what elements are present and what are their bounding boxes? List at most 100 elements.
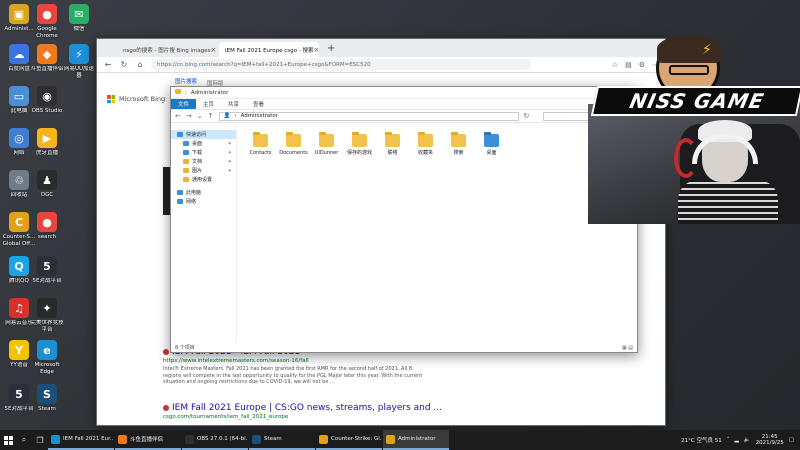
taskbar-app-button[interactable]: Counter-Strike: Gl... (316, 430, 382, 450)
task-view-icon[interactable]: ❐ (32, 436, 48, 445)
desktop-icon[interactable]: 5 5E对战平台 (30, 256, 64, 285)
explorer-title-bar: | Administrator (171, 87, 637, 99)
result-title[interactable]: IEM Fall 2021 Europe | CS:GO news, strea… (172, 403, 442, 413)
taskbar-app-button[interactable]: Administrator (383, 430, 449, 450)
sidebar-item[interactable]: 桌面 ✦ (171, 139, 236, 148)
ribbon-tab-file[interactable]: 文件 (171, 99, 197, 109)
desktop-icon-label: 5E对战平台 (32, 278, 62, 284)
weather-status[interactable]: 21°C 空气良 51 (681, 436, 722, 444)
refresh-icon[interactable]: ↻ (524, 112, 530, 120)
folder-item[interactable]: Contacts (249, 132, 272, 156)
explorer-ribbon: 文件 主页 共享 查看 (171, 99, 637, 109)
close-icon[interactable]: × (210, 46, 216, 54)
bing-logo[interactable]: Microsoft Bing (107, 95, 165, 103)
search-icon[interactable]: ⌕ (16, 435, 32, 445)
path-segment[interactable]: Administrator (241, 113, 279, 119)
chevron-down-icon[interactable]: ⌄ (197, 112, 203, 120)
folder-item[interactable]: 保存的游戏 (347, 132, 373, 156)
folder-icon (177, 190, 183, 195)
pin-icon[interactable]: ✦ (228, 150, 232, 156)
folder-icon (183, 177, 189, 182)
taskbar-app-button[interactable]: IEM Fall 2021 Eur... (48, 430, 114, 450)
home-icon[interactable]: ⌂ (135, 60, 145, 69)
back-icon[interactable]: ← (175, 112, 181, 120)
result-url[interactable]: https://www.intelextrememasters.com/seas… (163, 358, 423, 364)
sidebar-item[interactable]: 下载 ✦ (171, 148, 236, 157)
volume-icon[interactable]: 🔈 (744, 437, 751, 443)
sidebar-item[interactable]: 文档 ✦ (171, 157, 236, 166)
taskbar-app-label: Steam (264, 436, 282, 442)
result-url[interactable]: csgo.com/tournaments/iem_fall_2021_europ… (163, 414, 442, 420)
separator: | (185, 89, 187, 96)
back-icon[interactable]: ← (103, 60, 113, 69)
sidebar-item[interactable]: 通用设置 (171, 175, 236, 184)
ribbon-tab-home[interactable]: 主页 (196, 99, 221, 109)
taskbar-app-button[interactable]: 斗鱼直播伴侣 (115, 430, 181, 450)
desktop-icon[interactable]: ⚡ 网易UU加速器 (62, 44, 96, 79)
network-icon[interactable]: ▂ (735, 437, 739, 443)
folder-icon (177, 132, 183, 137)
desktop-icon[interactable]: S Steam (30, 384, 64, 413)
desktop-icon-label: OGC (40, 192, 54, 198)
sidebar-item-label: 此电脑 (186, 190, 202, 196)
pin-icon[interactable]: ✦ (228, 141, 232, 147)
desktop-icon-label: 此电脑 (10, 108, 28, 114)
taskbar-app-label: Administrator (398, 436, 436, 442)
desktop-icon-label: 百度网盘 (7, 66, 30, 72)
system-tray: 21°C 空气良 51 ˄ ▂ 🔈 21:45 2021/9/25 ▢ (681, 434, 800, 447)
url-input[interactable]: https://cn.bing.com/search?q=IEM+fall+20… (151, 59, 531, 70)
desktop-icon[interactable]: ● search (30, 212, 64, 241)
folder-item[interactable]: UIDunner (315, 132, 338, 156)
desktop-icon-label: 网易UU加速器 (63, 66, 95, 79)
folder-icon (319, 132, 334, 147)
desktop-icon[interactable]: ● Google Chrome (30, 4, 64, 39)
folder-item[interactable]: 桌面 (480, 132, 503, 156)
clock[interactable]: 21:45 2021/9/25 (756, 434, 784, 447)
sidebar-item[interactable]: 网络 (171, 197, 236, 206)
desktop-icon[interactable]: ◆ 斗鱼直播伴侣 (30, 44, 64, 73)
desktop-icon[interactable]: ✉ 微信 (62, 4, 96, 33)
clock-date: 2021/9/25 (755, 440, 784, 446)
result-title-link[interactable]: IEM Fall 2021 Europe | CS:GO news, strea… (163, 403, 442, 413)
desktop-icon[interactable]: ▶ 虎牙直播 (30, 128, 64, 157)
path-input[interactable]: 👤 › Administrator (218, 111, 519, 121)
sidebar-item[interactable]: 图片 ✦ (171, 166, 236, 175)
folder-item[interactable]: 搜索 (447, 132, 470, 156)
ribbon-tab-share[interactable]: 共享 (221, 99, 246, 109)
sidebar-item[interactable]: 快速访问 (171, 130, 236, 139)
chevron-right-icon: › (234, 113, 237, 119)
view-toggle-icon[interactable]: ▦ ▤ (622, 345, 633, 351)
folder-item[interactable]: 联络 (381, 132, 404, 156)
ribbon-tab-view[interactable]: 查看 (246, 99, 271, 109)
desktop-icon[interactable]: ♟ OGC (30, 170, 64, 199)
folder-item[interactable]: Documents (279, 132, 308, 156)
pin-icon[interactable]: ✦ (228, 159, 232, 165)
app-icon: ◉ (37, 86, 57, 106)
folder-label: Documents (279, 150, 308, 156)
desktop-icon[interactable]: ◉ OBS Studio (30, 86, 64, 115)
forward-icon[interactable]: → (186, 112, 192, 120)
taskbar-app-button[interactable]: Steam (249, 430, 315, 450)
pin-icon[interactable]: ✦ (228, 168, 232, 174)
new-tab-button[interactable]: + (321, 43, 341, 57)
taskbar-app-button[interactable]: OBS 27.0.1 (64-bi... (182, 430, 248, 450)
refresh-icon[interactable]: ↻ (119, 60, 129, 69)
up-icon[interactable]: ↑ (208, 112, 214, 120)
browser-tab-bar: nsgo的搜索 - 图片搜 Bing images × IEM Fall 202… (97, 39, 665, 57)
desktop-icon[interactable]: ✦ 完美世界竞技平台 (30, 298, 64, 333)
browser-tab-images[interactable]: nsgo的搜索 - 图片搜 Bing images × (117, 42, 217, 57)
sidebar-item[interactable]: 此电脑 (171, 188, 236, 197)
start-button[interactable] (0, 430, 16, 450)
microsoft-logo-icon (107, 95, 115, 103)
explorer-nav-bar: ← → ⌄ ↑ 👤 › Administrator ↻ (171, 109, 637, 123)
folder-item[interactable]: 收藏夹 (414, 132, 437, 156)
chevron-up-icon[interactable]: ˄ (727, 437, 730, 443)
desktop-icon[interactable]: e Microsoft Edge (30, 340, 64, 375)
app-icon: ▭ (9, 86, 29, 106)
notifications-icon[interactable]: ▢ (789, 437, 794, 443)
app-icon: ♫ (9, 298, 29, 318)
browser-tab-search[interactable]: IEM Fall 2021 Europe csgo - 搜索 × (219, 42, 319, 57)
close-icon[interactable]: × (314, 46, 320, 54)
desktop-icon-label: 完美世界竞技平台 (30, 320, 64, 333)
folder-label: 保存的游戏 (347, 150, 373, 156)
